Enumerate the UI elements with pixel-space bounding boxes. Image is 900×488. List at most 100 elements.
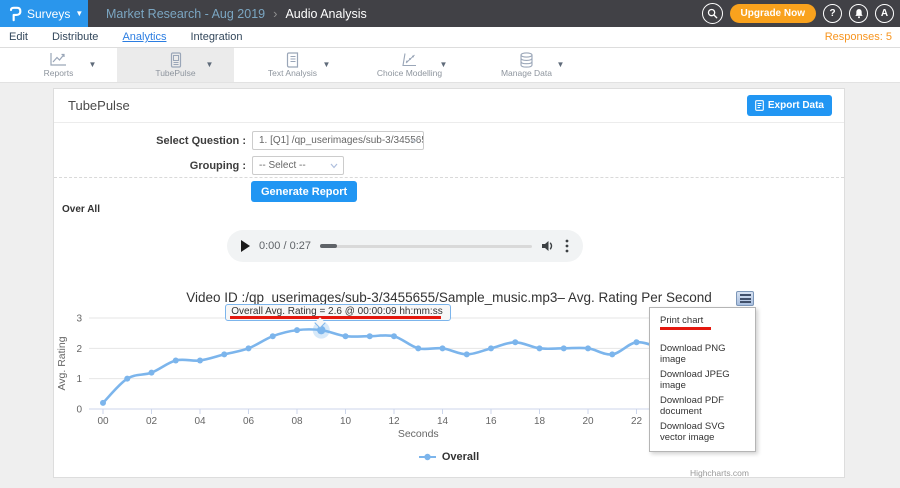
chart-title: Video ID :/qp_userimages/sub-3/3455655/S… [54, 285, 844, 305]
toolbar-item-label: Choice Modelling [377, 68, 442, 78]
svg-text:20: 20 [582, 416, 594, 427]
breadcrumb-separator: › [273, 6, 277, 21]
svg-text:06: 06 [243, 416, 255, 427]
chevron-down-icon[interactable]: ▼ [557, 60, 565, 69]
toolbar-item-choice-modelling[interactable]: Choice Modelling ▼ [351, 48, 468, 82]
svg-text:16: 16 [485, 416, 497, 427]
top-bar-actions: Upgrade Now ? A [702, 0, 894, 27]
survey-menu-bar: Edit Distribute Analytics Integration Re… [0, 27, 900, 48]
breadcrumb: Market Research - Aug 2019 › Audio Analy… [106, 6, 367, 21]
toolbar-item-reports[interactable]: Reports ▼ [0, 48, 117, 82]
search-button[interactable] [702, 3, 723, 24]
annotation-underline [660, 327, 711, 330]
choice-modelling-icon [401, 52, 419, 67]
menu-item-print-chart[interactable]: Print chart [650, 313, 755, 328]
toolbar-item-tubepulse[interactable]: TubePulse ▼ [117, 48, 234, 82]
play-button[interactable] [241, 240, 250, 252]
chevron-down-icon[interactable]: ▼ [440, 60, 448, 69]
notifications-button[interactable] [849, 4, 868, 23]
legend-label: Overall [442, 451, 479, 463]
text-analysis-icon [286, 52, 300, 67]
svg-text:02: 02 [146, 416, 158, 427]
toolbar-item-label: Text Analysis [268, 68, 317, 78]
bell-icon [854, 8, 864, 19]
chevron-down-icon[interactable]: ▼ [206, 60, 214, 69]
svg-text:00: 00 [97, 416, 109, 427]
grouping-select-value: -- Select -- [259, 160, 306, 171]
svg-text:2: 2 [76, 344, 82, 355]
grouping-label: Grouping : [56, 160, 246, 172]
analytics-toolbar: Reports ▼ TubePulse ▼ Text Analysis ▼ Ch… [0, 48, 900, 83]
chevron-down-icon[interactable]: ▼ [323, 60, 331, 69]
menu-item-download-pdf[interactable]: Download PDF document [650, 393, 755, 419]
panel-header: TubePulse Export Data [54, 89, 844, 123]
legend-marker-icon [419, 451, 436, 463]
svg-text:14: 14 [437, 416, 449, 427]
responses-count: Responses: 5 [825, 31, 892, 43]
annotation-underline [230, 316, 440, 319]
top-bar: Surveys ▼ Market Research - Aug 2019 › A… [0, 0, 900, 27]
select-question-label: Select Question : [56, 135, 246, 147]
questionpro-logo-icon [7, 5, 23, 23]
svg-text:1: 1 [76, 374, 82, 385]
generate-report-button[interactable]: Generate Report [251, 181, 357, 202]
section-divider [54, 177, 844, 178]
svg-text:Avg. Rating: Avg. Rating [56, 336, 68, 390]
rating-chart: Video ID :/qp_userimages/sub-3/3455655/S… [54, 285, 844, 479]
chevron-down-icon [330, 163, 338, 169]
menu-item-analytics[interactable]: Analytics [122, 31, 166, 43]
chevron-down-icon [410, 138, 418, 144]
chart-legend[interactable]: Overall [54, 451, 844, 463]
kebab-menu-icon[interactable] [565, 239, 569, 253]
volume-icon[interactable] [541, 240, 555, 252]
upgrade-now-button[interactable]: Upgrade Now [730, 4, 816, 23]
menu-item-distribute[interactable]: Distribute [52, 31, 98, 43]
svg-text:3: 3 [76, 314, 82, 325]
menu-item-download-svg[interactable]: Download SVG vector image [650, 419, 755, 445]
toolbar-item-label: Manage Data [501, 68, 552, 78]
svg-text:04: 04 [194, 416, 206, 427]
surveys-product-menu[interactable]: Surveys ▼ [0, 0, 88, 27]
toolbar-item-label: Reports [44, 68, 74, 78]
manage-data-icon [519, 52, 534, 67]
chart-context-menu: Print chart Download PNG image Download … [649, 307, 756, 452]
avatar[interactable]: A [875, 4, 894, 23]
svg-text:18: 18 [534, 416, 546, 427]
overall-section-label: Over All [62, 204, 100, 215]
menu-item-download-png[interactable]: Download PNG image [650, 341, 755, 367]
chart-context-menu-button[interactable] [736, 291, 754, 306]
grouping-select[interactable]: -- Select -- [252, 156, 344, 175]
help-button[interactable]: ? [823, 4, 842, 23]
toolbar-item-manage-data[interactable]: Manage Data ▼ [468, 48, 585, 82]
highcharts-credits[interactable]: Highcharts.com [690, 468, 749, 478]
menu-item-edit[interactable]: Edit [9, 31, 28, 43]
question-select[interactable]: 1. [Q1] /qp_userimages/sub-3/3455655/S..… [252, 131, 424, 150]
export-data-button[interactable]: Export Data [747, 95, 832, 116]
breadcrumb-survey-link[interactable]: Market Research - Aug 2019 [106, 7, 265, 21]
tubepulse-panel: TubePulse Export Data Select Question : … [53, 88, 845, 478]
toolbar-item-text-analysis[interactable]: Text Analysis ▼ [234, 48, 351, 82]
svg-text:10: 10 [340, 416, 352, 427]
reports-icon [49, 52, 68, 67]
svg-text:12: 12 [388, 416, 400, 427]
export-data-label: Export Data [768, 100, 824, 111]
tubepulse-icon [169, 52, 183, 67]
menu-item-integration[interactable]: Integration [190, 31, 242, 43]
audio-seek-thumb[interactable] [320, 244, 337, 248]
document-icon [755, 100, 764, 111]
audio-controls [541, 239, 569, 253]
chart-tooltip: Overall Avg. Rating = 2.6 @ 00:00:09 hh:… [225, 304, 450, 321]
svg-text:08: 08 [291, 416, 303, 427]
svg-text:Seconds: Seconds [398, 428, 439, 440]
menu-item-download-jpeg[interactable]: Download JPEG image [650, 367, 755, 393]
audio-seek-bar[interactable] [320, 245, 532, 248]
breadcrumb-current-page: Audio Analysis [285, 7, 366, 21]
product-label: Surveys [27, 7, 70, 21]
chevron-down-icon[interactable]: ▼ [89, 60, 97, 69]
hamburger-icon [740, 294, 751, 296]
chevron-down-icon: ▼ [75, 9, 83, 18]
audio-player: 0:00 / 0:27 [227, 230, 583, 262]
panel-title: TubePulse [68, 98, 130, 113]
svg-text:22: 22 [631, 416, 643, 427]
toolbar-item-label: TubePulse [155, 68, 195, 78]
